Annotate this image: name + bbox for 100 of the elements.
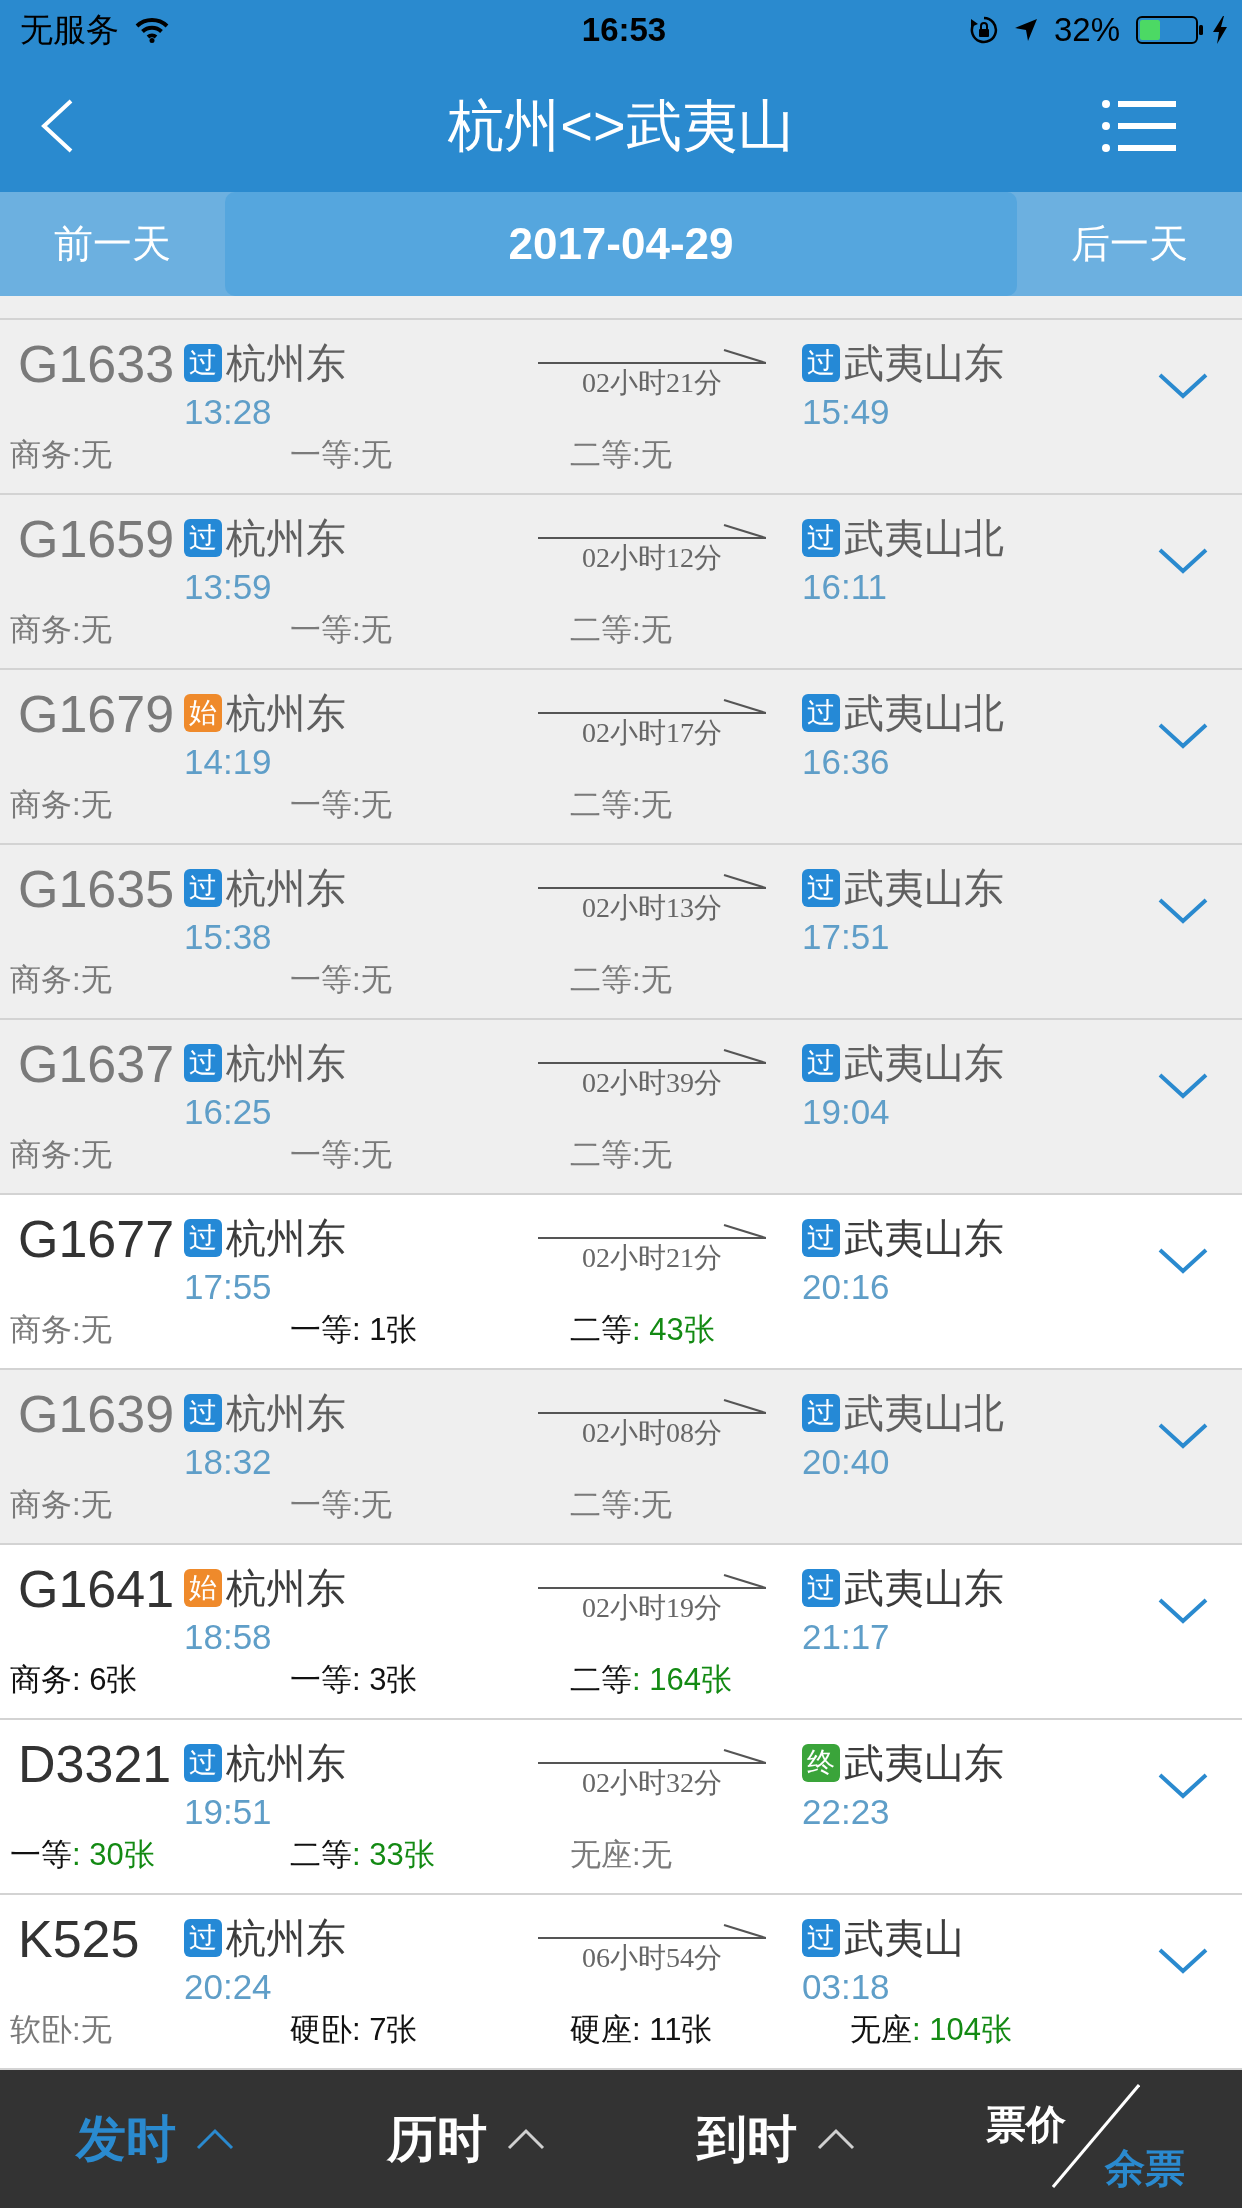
seat-availability: 一等:无: [290, 961, 393, 999]
chevron-down-icon[interactable]: [1158, 1597, 1208, 1625]
arrival-time: 22:23: [802, 1792, 890, 1831]
caret-up-icon[interactable]: [817, 2128, 856, 2150]
stop-type-tag: 终: [802, 1744, 840, 1782]
chevron-down-icon[interactable]: [1158, 1072, 1208, 1100]
departure-time: 18:32: [184, 1442, 272, 1481]
orientation-lock-icon: [969, 16, 998, 44]
station-name: 杭州东: [226, 1040, 346, 1087]
train-row[interactable]: G1679 始 杭州东 14:19 02小时17分 过 武夷山北 16:36 商务:无 一等:无 二等:无: [0, 670, 1242, 845]
stop-type-tag: 过: [184, 1044, 222, 1082]
arrival-time: 17:51: [802, 917, 890, 956]
station-name: 武夷山东: [844, 1215, 1004, 1262]
seat-availability: 一等:无: [290, 1486, 393, 1524]
battery-percent: 32%: [1053, 10, 1120, 51]
station-name: 武夷山东: [844, 340, 1004, 387]
station-name: 武夷山北: [844, 690, 1004, 737]
sort-tab[interactable]: 余票: [1105, 2148, 1186, 2188]
seat-availability: 硬卧: 7张: [290, 2011, 419, 2049]
train-number: G1639: [18, 1385, 175, 1443]
seat-availability: 一等:无: [290, 786, 393, 824]
chevron-down-icon[interactable]: [1158, 1772, 1208, 1800]
sort-tab[interactable]: 到时: [697, 2114, 856, 2164]
seat-availability: 一等: 1张: [290, 1311, 419, 1349]
stop-type-tag: 过: [802, 344, 840, 382]
seat-availability: 无座:无: [570, 1836, 673, 1874]
train-number: G1679: [18, 685, 175, 743]
station-name: 杭州东: [226, 1215, 346, 1262]
seat-availability: 商务:无: [10, 1311, 113, 1349]
seat-availability: 二等:无: [570, 961, 673, 999]
chevron-down-icon[interactable]: [1158, 1422, 1208, 1450]
chevron-down-icon[interactable]: [1158, 722, 1208, 750]
station-name: 杭州东: [226, 515, 346, 562]
arrival-time: 16:36: [802, 742, 890, 781]
seat-availability: 商务:无: [10, 961, 113, 999]
travel-duration: 02小时39分: [581, 1066, 723, 1100]
sort-tab[interactable]: 票价: [986, 2104, 1067, 2144]
departure-time: 17:55: [184, 1267, 272, 1306]
travel-duration: 06小时54分: [581, 1941, 723, 1975]
station-name: 武夷山北: [844, 1390, 1004, 1437]
station-name: 武夷山北: [844, 515, 1004, 562]
seat-availability: 二等:无: [570, 786, 673, 824]
back-icon[interactable]: [40, 99, 74, 153]
stop-type-tag: 过: [184, 1219, 222, 1257]
seat-availability: 软卧:无: [10, 2011, 113, 2049]
caret-up-icon[interactable]: [506, 2128, 545, 2150]
train-row[interactable]: G1635 过 杭州东 15:38 02小时13分 过 武夷山东 17:51 商务:无 一等:无 二等:无: [0, 845, 1242, 1020]
chevron-down-icon[interactable]: [1158, 372, 1208, 400]
train-number: D3321: [18, 1735, 172, 1793]
arrival-time: 03:18: [802, 1967, 890, 2006]
arrival-time: 20:40: [802, 1442, 890, 1481]
seat-availability: 无座: 104张: [850, 2011, 1013, 2049]
train-number: G1635: [18, 860, 175, 918]
chevron-down-icon[interactable]: [1158, 1947, 1208, 1975]
station-name: 杭州东: [226, 1740, 346, 1787]
train-row[interactable]: G1639 过 杭州东 18:32 02小时08分 过 武夷山北 20:40 商务:无 一等:无 二等:无: [0, 1370, 1242, 1545]
sort-tab[interactable]: 发时: [76, 2114, 235, 2164]
seat-availability: 二等:无: [570, 1136, 673, 1174]
seat-availability: 商务:无: [10, 436, 113, 474]
departure-time: 20:24: [184, 1967, 272, 2006]
stop-type-tag: 过: [802, 519, 840, 557]
wifi-icon: [135, 17, 169, 43]
station-name: 武夷山东: [844, 1565, 1004, 1612]
departure-time: 15:38: [184, 917, 272, 956]
seat-availability: 一等: 3张: [290, 1661, 419, 1699]
stop-type-tag: 过: [184, 519, 222, 557]
travel-duration: 02小时12分: [581, 541, 723, 575]
seat-availability: 二等: 43张: [570, 1311, 716, 1349]
travel-duration: 02小时13分: [581, 891, 723, 925]
departure-time: 13:28: [184, 392, 272, 431]
stop-type-tag: 过: [802, 1044, 840, 1082]
arrival-time: 15:49: [802, 392, 890, 431]
train-number: G1633: [18, 335, 175, 393]
seat-availability: 二等: 164张: [570, 1661, 733, 1699]
arrival-time: 19:04: [802, 1092, 890, 1131]
arrival-time: 20:16: [802, 1267, 890, 1306]
station-name: 杭州东: [226, 1390, 346, 1437]
seat-availability: 二等:无: [570, 611, 673, 649]
carrier-label: 无服务: [20, 10, 119, 51]
chevron-down-icon[interactable]: [1158, 547, 1208, 575]
station-name: 杭州东: [226, 865, 346, 912]
train-row[interactable]: G1659 过 杭州东 13:59 02小时12分 过 武夷山北 16:11 商务:无 一等:无 二等:无: [0, 495, 1242, 670]
seat-availability: 商务:无: [10, 1136, 113, 1174]
menu-icon[interactable]: [1102, 100, 1176, 152]
travel-duration: 02小时08分: [581, 1416, 723, 1450]
caret-up-icon[interactable]: [196, 2128, 235, 2150]
travel-duration: 02小时17分: [581, 716, 723, 750]
chevron-down-icon[interactable]: [1158, 1247, 1208, 1275]
train-row[interactable]: G1637 过 杭州东 16:25 02小时39分 过 武夷山东 19:04 商务:无 一等:无 二等:无: [0, 1020, 1242, 1195]
chevron-down-icon[interactable]: [1158, 897, 1208, 925]
train-row[interactable]: G1633 过 杭州东 13:28 02小时21分 过 武夷山东 15:49 商务:无 一等:无 二等:无: [0, 320, 1242, 495]
stop-type-tag: 始: [184, 694, 222, 732]
train-number: G1677: [18, 1210, 175, 1268]
sort-tab[interactable]: 历时: [386, 2114, 545, 2164]
stop-type-tag: 过: [802, 869, 840, 907]
station-name: 杭州东: [226, 690, 346, 737]
stop-type-tag: 过: [184, 1744, 222, 1782]
stop-type-tag: 过: [802, 1569, 840, 1607]
seat-availability: 一等: 30张: [10, 1836, 156, 1874]
arrival-time: 21:17: [802, 1617, 890, 1656]
